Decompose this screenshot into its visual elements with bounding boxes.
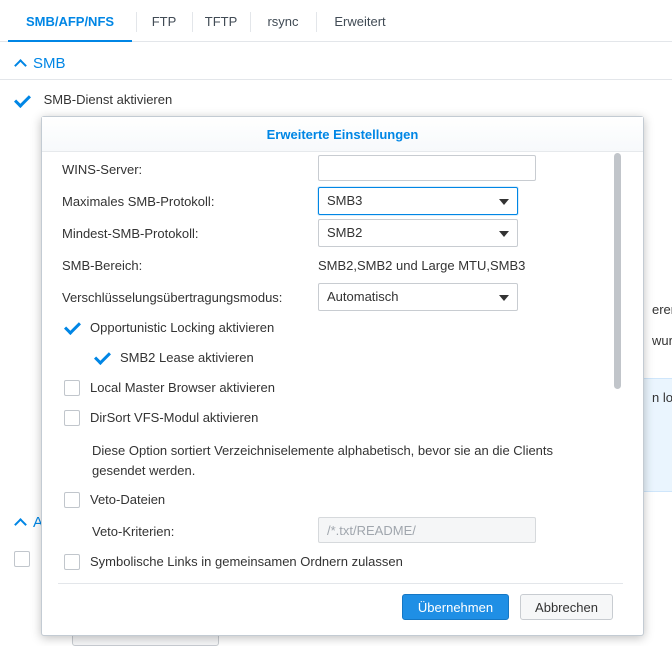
dialog-scrollbar[interactable] bbox=[614, 153, 621, 389]
smb2-lease-label: SMB2 Lease aktivieren bbox=[120, 350, 254, 365]
min-smb-protocol-label: Mindest-SMB-Protokoll: bbox=[62, 226, 199, 241]
second-section-header[interactable]: A bbox=[14, 513, 43, 533]
wins-server-input[interactable] bbox=[318, 155, 536, 181]
background-text-fragment: eren. bbox=[652, 302, 672, 317]
dialog-title: Erweiterte Einstellungen bbox=[42, 117, 643, 152]
max-smb-protocol-select[interactable]: SMB3 bbox=[318, 187, 518, 215]
local-master-browser-label: Local Master Browser aktivieren bbox=[90, 380, 275, 395]
smb-range-value: SMB2,SMB2 und Large MTU,SMB3 bbox=[318, 258, 526, 273]
symlinks-label: Symbolische Links in gemeinsamen Ordnern… bbox=[90, 554, 403, 569]
wins-server-label: WINS-Server: bbox=[62, 162, 143, 177]
tab-separator bbox=[136, 12, 137, 32]
cancel-button[interactable]: Abbrechen bbox=[520, 594, 613, 620]
smb-section-title: SMB bbox=[33, 55, 66, 72]
oplock-row[interactable]: Opportunistic Locking aktivieren bbox=[64, 318, 274, 338]
veto-criteria-label: Veto-Kriterien: bbox=[92, 524, 175, 539]
dirsort-checkbox[interactable] bbox=[64, 409, 80, 426]
smb-enable-row[interactable]: SMB-Dienst aktivieren bbox=[14, 90, 173, 110]
encryption-mode-value: Automatisch bbox=[327, 289, 399, 304]
veto-criteria-input[interactable] bbox=[318, 517, 536, 543]
section-divider bbox=[0, 79, 672, 80]
tab-separator bbox=[250, 12, 251, 32]
tab-erweitert[interactable]: Erweitert bbox=[320, 0, 400, 41]
background-checkbox[interactable] bbox=[14, 550, 30, 567]
dirsort-label: DirSort VFS-Modul aktivieren bbox=[90, 410, 259, 425]
tab-smb-afp-nfs[interactable]: SMB/AFP/NFS bbox=[8, 0, 132, 42]
veto-files-row[interactable]: Veto-Dateien bbox=[64, 490, 165, 510]
chevron-up-icon bbox=[14, 518, 27, 531]
max-smb-protocol-value: SMB3 bbox=[327, 193, 363, 208]
background-checkbox-row[interactable] bbox=[14, 548, 30, 568]
tab-rsync[interactable]: rsync bbox=[254, 0, 312, 41]
chevron-down-icon bbox=[499, 231, 509, 237]
tab-tftp[interactable]: TFTP bbox=[196, 0, 246, 41]
oplock-label: Opportunistic Locking aktivieren bbox=[90, 320, 275, 335]
background-text-fragment: n loka bbox=[652, 390, 672, 405]
chevron-up-icon bbox=[14, 59, 27, 72]
symlinks-row[interactable]: Symbolische Links in gemeinsamen Ordnern… bbox=[64, 552, 403, 572]
oplock-checkbox[interactable] bbox=[64, 320, 80, 336]
max-smb-protocol-label: Maximales SMB-Protokoll: bbox=[62, 194, 215, 209]
veto-files-checkbox[interactable] bbox=[64, 491, 80, 508]
local-master-browser-row[interactable]: Local Master Browser aktivieren bbox=[64, 378, 275, 398]
min-smb-protocol-value: SMB2 bbox=[327, 225, 363, 240]
encryption-mode-label: Verschlüsselungsübertragungsmodus: bbox=[62, 290, 283, 305]
smb2-lease-row[interactable]: SMB2 Lease aktivieren bbox=[94, 348, 254, 368]
symlinks-checkbox[interactable] bbox=[64, 553, 80, 570]
tab-bar: SMB/AFP/NFS FTP TFTP rsync Erweitert bbox=[0, 0, 672, 42]
dirsort-description: Diese Option sortiert Verzeichniselement… bbox=[92, 443, 554, 478]
background-text-fragment: wurd bbox=[652, 333, 672, 348]
veto-files-label: Veto-Dateien bbox=[90, 492, 166, 507]
apply-button[interactable]: Übernehmen bbox=[402, 594, 509, 620]
min-smb-protocol-select[interactable]: SMB2 bbox=[318, 219, 518, 247]
chevron-down-icon bbox=[499, 295, 509, 301]
smb2-lease-checkbox[interactable] bbox=[94, 350, 110, 366]
tab-separator bbox=[316, 12, 317, 32]
dirsort-row[interactable]: DirSort VFS-Modul aktivieren bbox=[64, 408, 258, 428]
smb-enable-checkbox[interactable] bbox=[14, 93, 30, 109]
smb-section-header[interactable]: SMB bbox=[14, 54, 66, 74]
smb-enable-label: SMB-Dienst aktivieren bbox=[43, 92, 173, 107]
smb-range-label: SMB-Bereich: bbox=[62, 258, 143, 273]
advanced-settings-dialog: Erweiterte Einstellungen WINS-Server: Ma… bbox=[41, 116, 644, 636]
chevron-down-icon bbox=[499, 199, 509, 205]
tab-separator bbox=[192, 12, 193, 32]
encryption-mode-select[interactable]: Automatisch bbox=[318, 283, 518, 311]
footer-divider bbox=[58, 583, 623, 584]
tab-ftp[interactable]: FTP bbox=[140, 0, 188, 41]
local-master-browser-checkbox[interactable] bbox=[64, 379, 80, 396]
